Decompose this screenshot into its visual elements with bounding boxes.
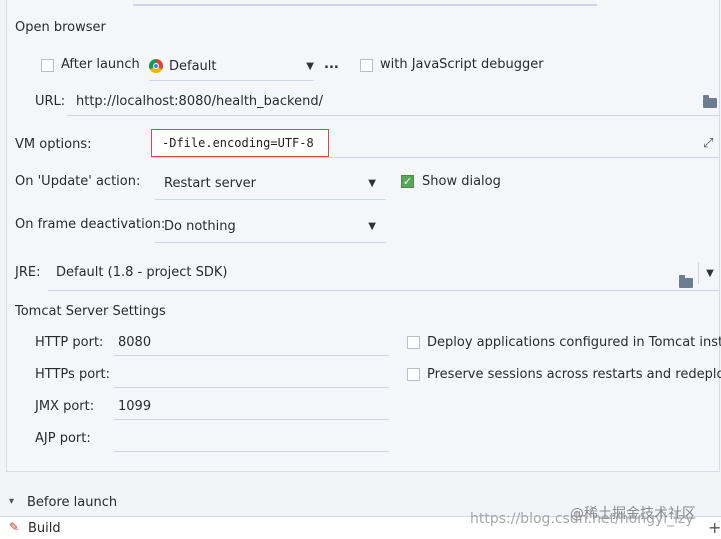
js-debugger-label: with JavaScript debugger	[380, 57, 544, 72]
folder-icon[interactable]	[703, 95, 717, 108]
chevron-down-icon: ▼	[368, 177, 376, 189]
url-underline	[67, 115, 720, 116]
http-port-underline	[114, 355, 389, 356]
jre-underline	[48, 290, 720, 291]
before-launch-item-build[interactable]: Build	[28, 521, 61, 536]
hammer-icon: ✎	[9, 520, 20, 534]
vm-options-label: VM options:	[15, 137, 92, 152]
preserve-sessions-label: Preserve sessions across restarts and re…	[427, 367, 721, 382]
chevron-down-icon[interactable]: ▾	[9, 496, 14, 507]
frame-deactivation-value: Do nothing	[164, 218, 236, 234]
http-port-label: HTTP port:	[35, 335, 104, 350]
after-launch-checkbox[interactable]	[41, 59, 54, 72]
update-action-label: On 'Update' action:	[15, 174, 141, 189]
vm-options-input[interactable]: -Dfile.encoding=UTF-8	[151, 129, 329, 157]
chevron-down-icon: ▼	[706, 267, 714, 279]
url-label: URL:	[35, 94, 66, 109]
tomcat-settings-title: Tomcat Server Settings	[15, 304, 166, 319]
ajp-port-underline	[114, 451, 389, 452]
update-action-value: Restart server	[164, 175, 257, 191]
jre-dropdown-button[interactable]: ▼	[698, 262, 721, 284]
browser-select[interactable]: Default ▼	[149, 54, 314, 78]
preserve-sessions-checkbox[interactable]	[407, 368, 420, 381]
show-dialog-label: Show dialog	[422, 174, 501, 189]
after-launch-label: After launch	[61, 57, 140, 72]
jmx-port-underline	[114, 419, 389, 420]
jre-label: JRE:	[15, 265, 41, 280]
url-input[interactable]: http://localhost:8080/health_backend/	[76, 94, 323, 109]
frame-deactivation-label: On frame deactivation:	[15, 217, 166, 232]
jmx-port-label: JMX port:	[35, 399, 95, 414]
browser-select-underline	[149, 80, 314, 81]
expand-icon[interactable]: ⤢	[703, 136, 713, 151]
browser-select-value: Default	[169, 58, 217, 74]
js-debugger-checkbox[interactable]	[360, 59, 373, 72]
deploy-apps-checkbox[interactable]	[407, 336, 420, 349]
frame-deactivation-underline	[155, 242, 386, 243]
watermark-site: @稀土掘金技术社区	[570, 506, 696, 522]
frame-deactivation-select[interactable]: Do nothing ▼	[164, 214, 376, 238]
update-action-underline	[155, 199, 386, 200]
https-port-label: HTTPs port:	[35, 367, 110, 382]
http-port-input[interactable]: 8080	[118, 335, 151, 350]
deploy-apps-label: Deploy applications configured in Tomcat…	[427, 335, 721, 350]
chevron-down-icon: ▼	[368, 220, 376, 232]
update-action-select[interactable]: Restart server ▼	[164, 171, 376, 195]
jre-select[interactable]: Default (1.8 - project SDK)	[56, 265, 227, 280]
show-dialog-checkbox[interactable]: ✓	[401, 175, 414, 188]
jre-folder-icon[interactable]	[679, 275, 693, 288]
top-divider	[133, 4, 597, 6]
chevron-down-icon: ▼	[306, 60, 314, 72]
browser-more-button[interactable]: ...	[324, 57, 339, 72]
https-port-underline	[114, 387, 389, 388]
jmx-port-input[interactable]: 1099	[118, 399, 151, 414]
open-browser-title: Open browser	[15, 20, 106, 35]
chrome-icon	[149, 59, 163, 73]
before-launch-title: Before launch	[27, 495, 118, 510]
vm-options-underline	[151, 157, 720, 158]
ajp-port-label: AJP port:	[35, 431, 91, 446]
add-task-button[interactable]: +	[708, 518, 721, 537]
